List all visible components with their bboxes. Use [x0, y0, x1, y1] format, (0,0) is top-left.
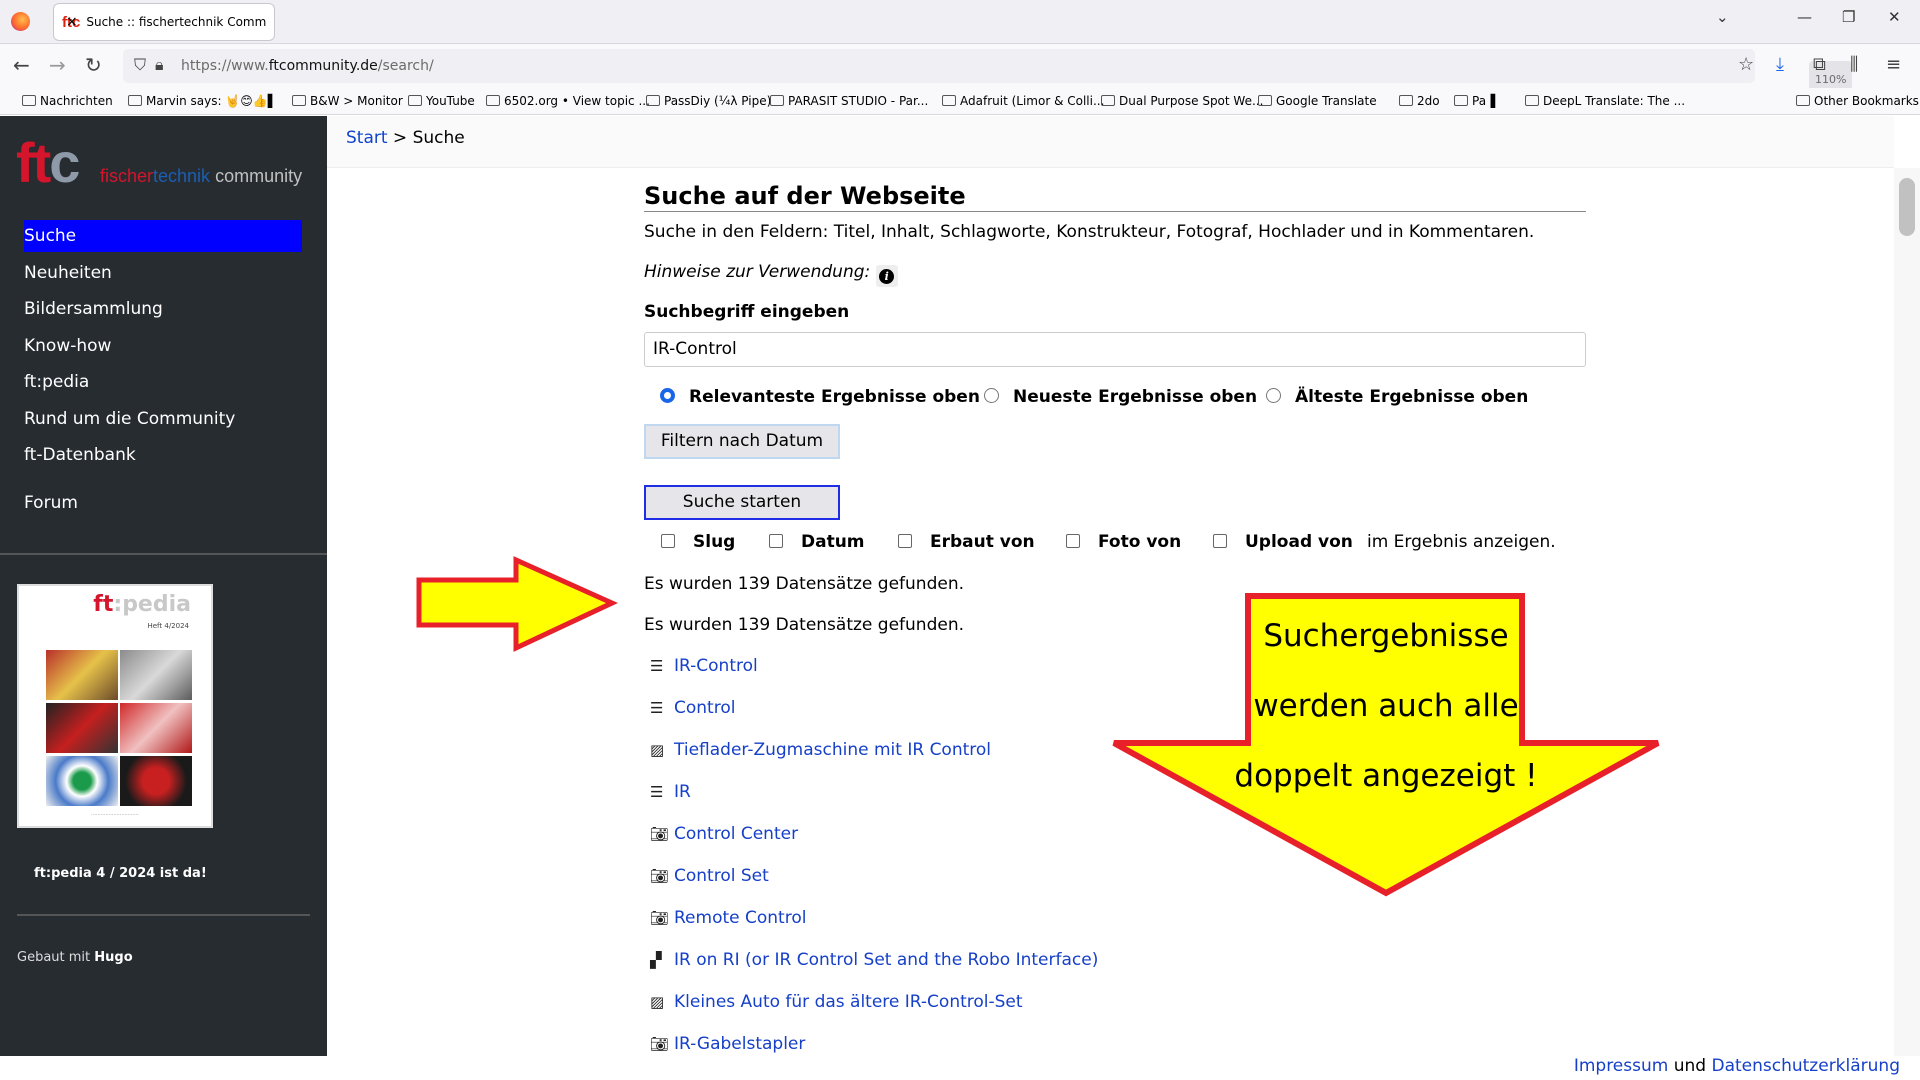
- annotation-line-2: werden auch alle: [1253, 688, 1518, 724]
- annotation-overlay: Suchergebnisse werden auch alle doppelt …: [416, 556, 1660, 897]
- annotation-line-3: doppelt angezeigt !: [1234, 758, 1537, 794]
- annotation-line-1: Suchergebnisse: [1263, 618, 1508, 654]
- annotation-arrow-right: [416, 556, 619, 652]
